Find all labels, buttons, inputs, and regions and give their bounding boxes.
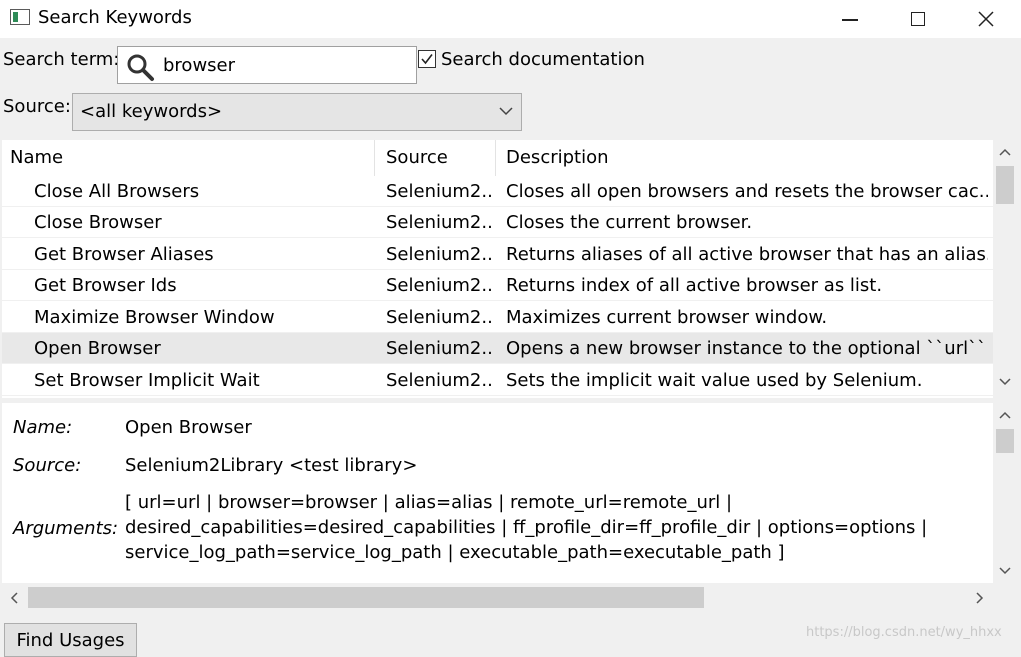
maximize-button[interactable] xyxy=(883,0,953,38)
details-arguments-line: [ url=url | browser=browser | alias=alia… xyxy=(125,492,733,513)
details-arguments-line: desired_capabilities=desired_capabilitie… xyxy=(125,517,928,538)
scroll-right-arrow-icon[interactable] xyxy=(968,587,992,608)
details-source-label: Source: xyxy=(13,455,82,476)
keyword-description: Closes all open browsers and resets the … xyxy=(506,181,988,202)
scroll-down-arrow-icon[interactable] xyxy=(993,561,1017,581)
source-label: Source: xyxy=(3,96,71,117)
keyword-name: Set Browser Implicit Wait xyxy=(34,370,260,391)
chevron-down-icon xyxy=(499,107,513,116)
scroll-thumb[interactable] xyxy=(28,587,704,608)
scroll-up-arrow-icon[interactable] xyxy=(993,405,1017,425)
column-header-source[interactable]: Source xyxy=(378,140,496,176)
keyword-name: Get Browser Aliases xyxy=(34,244,214,265)
keyword-name: Maximize Browser Window xyxy=(34,307,275,328)
scroll-thumb[interactable] xyxy=(996,166,1014,204)
table-row[interactable]: Get Browser Ids Selenium2... Returns ind… xyxy=(2,270,993,301)
keyword-name: Open Browser xyxy=(34,338,161,359)
table-row[interactable]: Maximize Browser Window Selenium2... Max… xyxy=(2,302,993,333)
table-row[interactable]: Close All Browsers Selenium2... Closes a… xyxy=(2,176,993,207)
checkmark-icon xyxy=(421,54,433,65)
title-bar: Search Keywords xyxy=(0,0,1021,38)
search-documentation-checkbox[interactable] xyxy=(418,50,436,68)
scroll-down-arrow-icon[interactable] xyxy=(993,372,1017,392)
table-row[interactable]: Close Browser Selenium2... Closes the cu… xyxy=(2,207,993,238)
table-row-selected[interactable]: Open Browser Selenium2... Opens a new br… xyxy=(2,333,993,364)
table-row[interactable]: Set Browser Implicit Wait Selenium2... S… xyxy=(2,365,993,396)
keyword-description: Closes the current browser. xyxy=(506,212,753,233)
find-usages-button[interactable]: Find Usages xyxy=(4,623,137,657)
details-horizontal-scrollbar[interactable] xyxy=(2,585,993,610)
keyword-source: Selenium2... xyxy=(386,212,494,233)
column-divider[interactable] xyxy=(495,140,496,176)
window-title: Search Keywords xyxy=(38,7,192,28)
search-field[interactable] xyxy=(117,46,417,84)
keyword-source: Selenium2... xyxy=(386,370,494,391)
scroll-thumb[interactable] xyxy=(996,429,1014,453)
scroll-up-arrow-icon[interactable] xyxy=(993,142,1017,162)
table-header: Name Source Description xyxy=(2,140,993,176)
details-source-value: Selenium2Library <test library> xyxy=(125,455,418,476)
close-icon xyxy=(978,11,994,27)
details-name-label: Name: xyxy=(13,417,73,438)
search-input[interactable] xyxy=(163,51,403,79)
keyword-table: Name Source Description Close All Browse… xyxy=(2,140,993,398)
source-selected-value: <all keywords> xyxy=(80,101,223,122)
source-dropdown[interactable]: <all keywords> xyxy=(72,93,522,131)
keyword-source: Selenium2... xyxy=(386,275,494,296)
minimize-button[interactable] xyxy=(815,0,885,38)
keyword-name: Close All Browsers xyxy=(34,181,200,202)
column-header-description[interactable]: Description xyxy=(498,140,993,176)
app-icon xyxy=(10,9,30,25)
minimize-icon xyxy=(842,19,858,21)
details-arguments-line: service_log_path=service_log_path | exec… xyxy=(125,542,785,563)
details-vertical-scrollbar[interactable] xyxy=(993,403,1017,583)
keyword-source: Selenium2... xyxy=(386,181,494,202)
watermark-text: https://blog.csdn.net/wy_hhxx xyxy=(806,625,1002,640)
column-header-name[interactable]: Name xyxy=(2,140,374,176)
maximize-icon xyxy=(911,12,925,26)
keyword-description: Returns aliases of all active browser th… xyxy=(506,244,988,265)
table-vertical-scrollbar[interactable] xyxy=(993,140,1017,398)
scroll-left-arrow-icon[interactable] xyxy=(2,587,26,608)
keyword-description: Maximizes current browser window. xyxy=(506,307,828,328)
column-divider[interactable] xyxy=(374,140,375,176)
search-term-label: Search term: xyxy=(3,49,120,70)
search-documentation-label[interactable]: Search documentation xyxy=(441,49,645,70)
close-button[interactable] xyxy=(951,0,1021,38)
keyword-description: Opens a new browser instance to the opti… xyxy=(506,338,988,359)
details-arguments-label: Arguments: xyxy=(13,518,119,539)
keyword-name: Close Browser xyxy=(34,212,162,233)
keyword-description: Returns index of all active browser as l… xyxy=(506,275,883,296)
keyword-name: Get Browser Ids xyxy=(34,275,177,296)
keyword-source: Selenium2... xyxy=(386,307,494,328)
keyword-source: Selenium2... xyxy=(386,244,494,265)
details-name-value: Open Browser xyxy=(125,417,252,438)
keyword-description: Sets the implicit wait value used by Sel… xyxy=(506,370,923,391)
search-icon xyxy=(127,54,154,81)
table-row[interactable]: Get Browser Aliases Selenium2... Returns… xyxy=(2,239,993,270)
keyword-details-panel: Name: Open Browser Source: Selenium2Libr… xyxy=(2,403,993,583)
keyword-source: Selenium2... xyxy=(386,338,494,359)
